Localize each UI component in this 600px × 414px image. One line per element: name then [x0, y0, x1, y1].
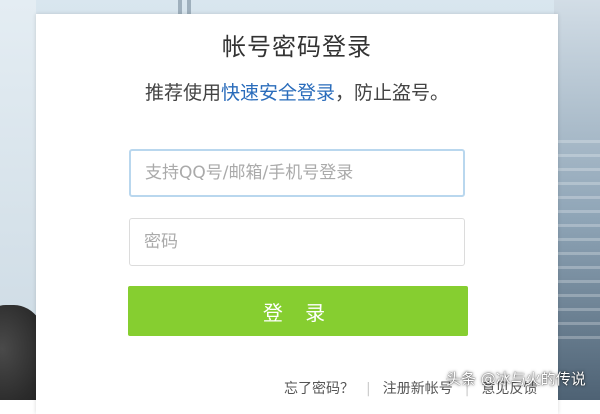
background-pole — [187, 0, 191, 14]
account-input[interactable] — [129, 149, 465, 197]
background-building-windows — [554, 140, 600, 340]
subtitle-suffix: ，防止盗号。 — [335, 82, 450, 104]
forgot-password-link[interactable]: 忘了密码？ — [284, 381, 354, 397]
watermark: 头条 @冰与火的传说 — [446, 370, 586, 388]
password-input[interactable] — [129, 218, 465, 266]
login-panel: 帐号密码登录 推荐使用快速安全登录，防止盗号。 登 录 忘了密码？|注册新帐号|… — [36, 14, 558, 414]
login-button[interactable]: 登 录 — [128, 286, 468, 336]
background-pole — [178, 0, 182, 14]
link-separator: | — [366, 381, 371, 397]
login-subtitle: 推荐使用快速安全登录，防止盗号。 — [36, 78, 558, 105]
subtitle-prefix: 推荐使用 — [144, 82, 221, 104]
background-sky — [0, 0, 36, 320]
page-title: 帐号密码登录 — [222, 33, 372, 61]
quick-login-link[interactable]: 快速安全登录 — [221, 82, 335, 104]
register-link[interactable]: 注册新帐号 — [383, 381, 453, 397]
